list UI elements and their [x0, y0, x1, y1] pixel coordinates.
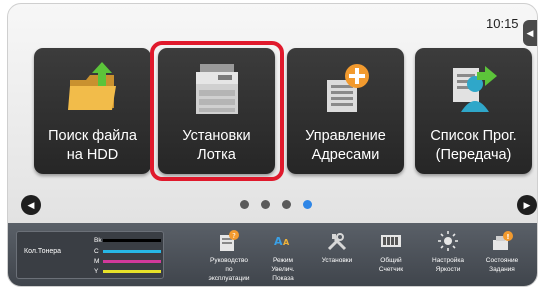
status-bar: Кол.Тонера Bk C M Y ? Руководство по экс…	[8, 223, 537, 286]
page-dot[interactable]	[261, 200, 270, 209]
page-dot[interactable]	[303, 200, 312, 209]
toner-channel-label: C	[94, 248, 99, 255]
total-count-button[interactable]: Общий Счетчик	[363, 229, 419, 286]
job-status-label: Состояние Задания	[485, 257, 519, 273]
highlight-frame	[150, 41, 284, 181]
address-book-plus-icon	[327, 64, 369, 112]
clock: 10:15	[486, 16, 519, 31]
tile-label: Список Прог. (Передача)	[430, 128, 517, 163]
toner-bk: Bk	[94, 236, 161, 245]
page-dot[interactable]	[240, 200, 249, 209]
folder-arrow-icon	[68, 62, 116, 110]
toner-level-bar	[103, 270, 161, 273]
tile-program-list[interactable]: Список Прог. (Передача)	[415, 48, 532, 174]
svg-text:A: A	[283, 238, 290, 247]
toner-channel-label: M	[94, 258, 100, 265]
job-status-button[interactable]: ! Состояние Задания	[474, 229, 530, 286]
toner-channel-label: Bk	[94, 237, 102, 244]
next-page-button[interactable]: ▶	[517, 195, 537, 215]
svg-text:A: A	[274, 235, 283, 248]
toner-m: M	[94, 257, 161, 266]
toner-y: Y	[94, 267, 161, 276]
toner-level-bar	[103, 239, 161, 242]
toner-level-bar	[103, 250, 161, 253]
tile-address-management[interactable]: Управление Адресами	[287, 48, 404, 174]
toner-channel-label: Y	[94, 268, 99, 275]
manual-icon: ?	[220, 230, 239, 251]
toner-level-bar	[103, 260, 161, 263]
counter-icon	[381, 235, 401, 247]
collapse-left-icon[interactable]: ◀	[523, 20, 537, 46]
program-list-icon	[453, 66, 497, 112]
panel-screen: 10:15 ◀ Поиск файла на HDD Установки Лот…	[7, 3, 538, 287]
toner-label: Кол.Тонера	[24, 248, 62, 255]
brightness-icon	[438, 231, 458, 251]
page-dot[interactable]	[282, 200, 291, 209]
magnify-text-icon: A A	[274, 235, 290, 248]
svg-text:?: ?	[232, 232, 236, 240]
tools-icon	[327, 233, 347, 251]
svg-text:!: !	[506, 233, 509, 241]
toner-c: C	[94, 247, 161, 256]
job-status-icon: !	[493, 231, 513, 250]
toner-level-panel[interactable]: Кол.Тонера Bk C M Y	[16, 231, 164, 279]
prev-page-button[interactable]: ◀	[21, 195, 41, 215]
tile-hdd-file-search[interactable]: Поиск файла на HDD	[34, 48, 151, 174]
tile-label: Поиск файла на HDD	[48, 128, 137, 163]
tile-label: Управление Адресами	[305, 128, 386, 163]
